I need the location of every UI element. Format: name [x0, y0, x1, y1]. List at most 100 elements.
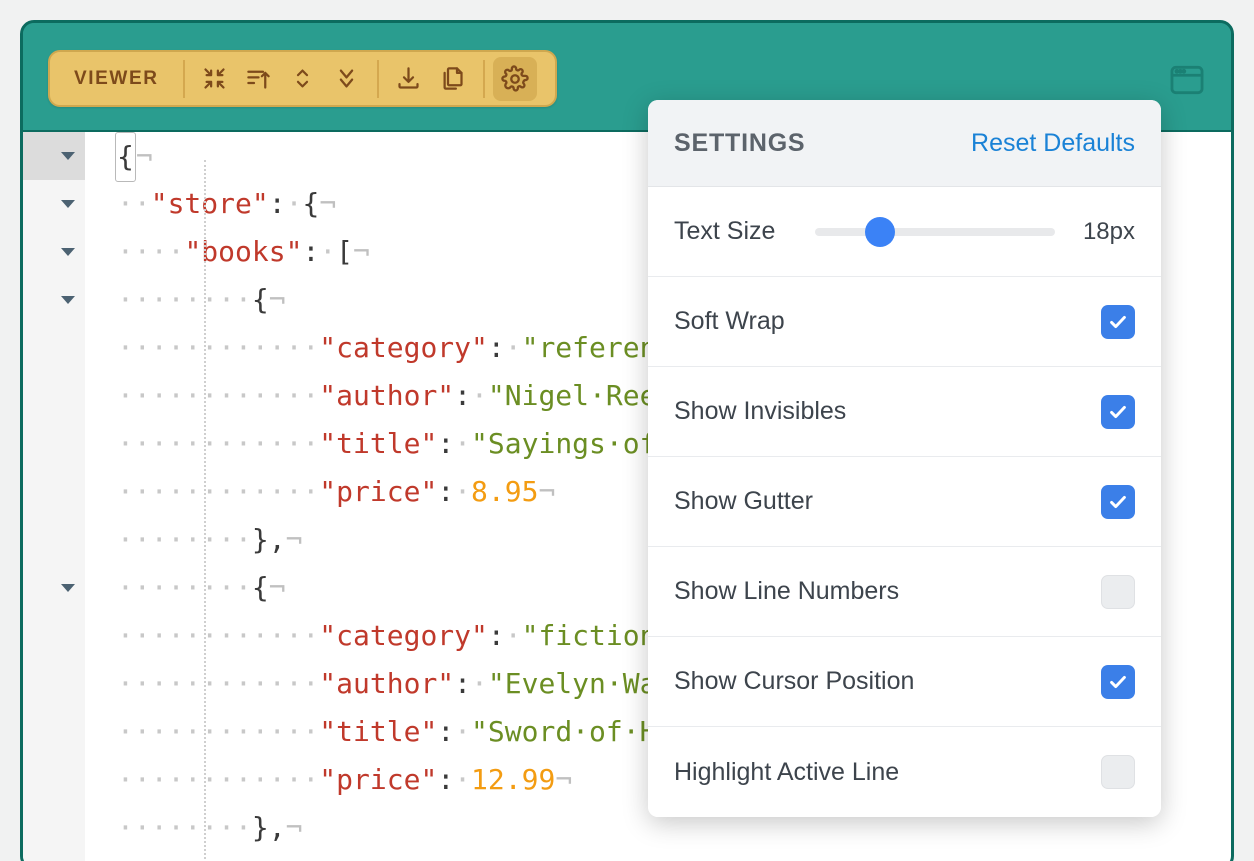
token-eol: ¬ [268, 283, 286, 316]
gutter-row[interactable] [23, 228, 85, 276]
token-k: "author" [319, 379, 455, 412]
setting-row-show-line-numbers[interactable]: Show Line Numbers [648, 547, 1161, 637]
download-button[interactable] [387, 57, 431, 101]
token-k: "price" [319, 475, 438, 508]
invisible-space: ············ [117, 715, 320, 748]
check-icon [1110, 675, 1126, 688]
collapse-vertical-button[interactable] [325, 57, 369, 101]
sort-ascending-icon [245, 65, 272, 92]
window-icon [1167, 65, 1207, 103]
setting-row-show-gutter[interactable]: Show Gutter [648, 457, 1161, 547]
token-k: "category" [319, 331, 488, 364]
gutter-row[interactable] [23, 516, 85, 564]
token-p: : [268, 187, 286, 220]
token-k: "category" [319, 619, 488, 652]
setting-label: Show Gutter [674, 487, 813, 515]
editor-gutter[interactable] [23, 132, 85, 861]
checkbox-show-gutter[interactable] [1101, 484, 1135, 519]
gutter-row[interactable] [23, 132, 85, 180]
window-layout-button[interactable] [1167, 61, 1207, 99]
gutter-row[interactable] [23, 708, 85, 756]
token-eol: ¬ [285, 523, 303, 556]
setting-label: Show Line Numbers [674, 577, 900, 605]
token-p: [ [336, 235, 354, 268]
checkbox-highlight-active-line[interactable] [1101, 755, 1135, 789]
token-k: "price" [319, 763, 438, 796]
token-dot: · [471, 667, 488, 700]
gutter-row[interactable] [23, 660, 85, 708]
token-dot: · [319, 235, 337, 268]
invisible-space: ············ [117, 379, 320, 412]
check-icon [1110, 495, 1126, 508]
token-eol: ¬ [135, 140, 153, 173]
token-eol: ¬ [555, 763, 573, 796]
token-dot: · [504, 619, 522, 652]
invisible-space: ········ [117, 571, 252, 604]
collapse-all-button[interactable] [193, 57, 237, 101]
token-eol: ¬ [538, 475, 556, 508]
gutter-row[interactable] [23, 564, 85, 612]
checkbox-show-invisibles[interactable] [1101, 394, 1135, 429]
invisible-space: ············ [117, 667, 320, 700]
text-size-slider[interactable] [815, 216, 1055, 247]
settings-panel: SETTINGS Reset Defaults Text Size 18px S… [648, 100, 1161, 817]
gutter-row[interactable] [23, 756, 85, 804]
token-p: : [437, 763, 455, 796]
fold-arrow-icon[interactable] [61, 296, 75, 304]
setting-label: Show Invisibles [674, 397, 847, 425]
invisible-space: ·· [117, 187, 151, 220]
gutter-row[interactable] [23, 804, 85, 852]
fold-arrow-icon[interactable] [61, 152, 75, 160]
gutter-row[interactable] [23, 372, 85, 420]
gutter-row[interactable] [23, 612, 85, 660]
toolbar-divider-1 [182, 59, 185, 98]
setting-row-show-invisibles[interactable]: Show Invisibles [648, 367, 1161, 457]
viewer-label: VIEWER [74, 67, 159, 89]
token-p: { [115, 132, 136, 182]
checkbox-show-line-numbers[interactable] [1101, 574, 1135, 609]
invisible-space: ···· [117, 235, 185, 268]
text-size-label: Text Size [674, 217, 776, 245]
gutter-row[interactable] [23, 180, 85, 228]
slider-thumb[interactable] [865, 216, 896, 247]
token-dot: · [454, 427, 472, 460]
setting-label: Soft Wrap [674, 307, 785, 335]
setting-label: Show Cursor Position [674, 667, 915, 695]
token-k: "author" [319, 667, 455, 700]
gutter-row[interactable] [23, 324, 85, 372]
token-p: : [454, 379, 472, 412]
token-p: : [437, 427, 455, 460]
token-eol: ¬ [319, 187, 337, 220]
fold-arrow-icon[interactable] [61, 248, 75, 256]
expand-vertical-icon [289, 65, 316, 92]
token-dot: · [504, 331, 522, 364]
settings-button[interactable] [492, 56, 537, 101]
toolbar-divider-3 [482, 59, 485, 98]
checkbox-show-cursor-position[interactable] [1101, 664, 1135, 699]
sort-ascending-button[interactable] [237, 57, 281, 101]
token-dot: · [471, 379, 488, 412]
gutter-row[interactable] [23, 420, 85, 468]
fold-arrow-icon[interactable] [61, 200, 75, 208]
setting-row-highlight-active-line[interactable]: Highlight Active Line [648, 727, 1161, 817]
token-dot: · [454, 715, 472, 748]
token-eol: ¬ [268, 571, 286, 604]
token-eol: ¬ [353, 235, 370, 268]
copy-button[interactable] [431, 57, 475, 101]
setting-row-show-cursor-position[interactable]: Show Cursor Position [648, 637, 1161, 727]
check-icon [1110, 405, 1126, 418]
token-eol: ¬ [285, 811, 303, 844]
gutter-row[interactable] [23, 276, 85, 324]
checkbox-soft-wrap[interactable] [1101, 304, 1135, 339]
download-icon [395, 65, 422, 92]
token-p: }, [251, 811, 286, 844]
token-n: 12.99 [471, 763, 556, 796]
expand-vertical-button[interactable] [281, 57, 325, 101]
reset-defaults-button[interactable]: Reset Defaults [971, 129, 1135, 158]
setting-row-soft-wrap[interactable]: Soft Wrap [648, 277, 1161, 367]
slider-track [815, 227, 1055, 236]
token-p: : [302, 235, 320, 268]
toolbar-pill: VIEWER [48, 50, 557, 107]
gutter-row[interactable] [23, 468, 85, 516]
fold-arrow-icon[interactable] [61, 584, 75, 592]
